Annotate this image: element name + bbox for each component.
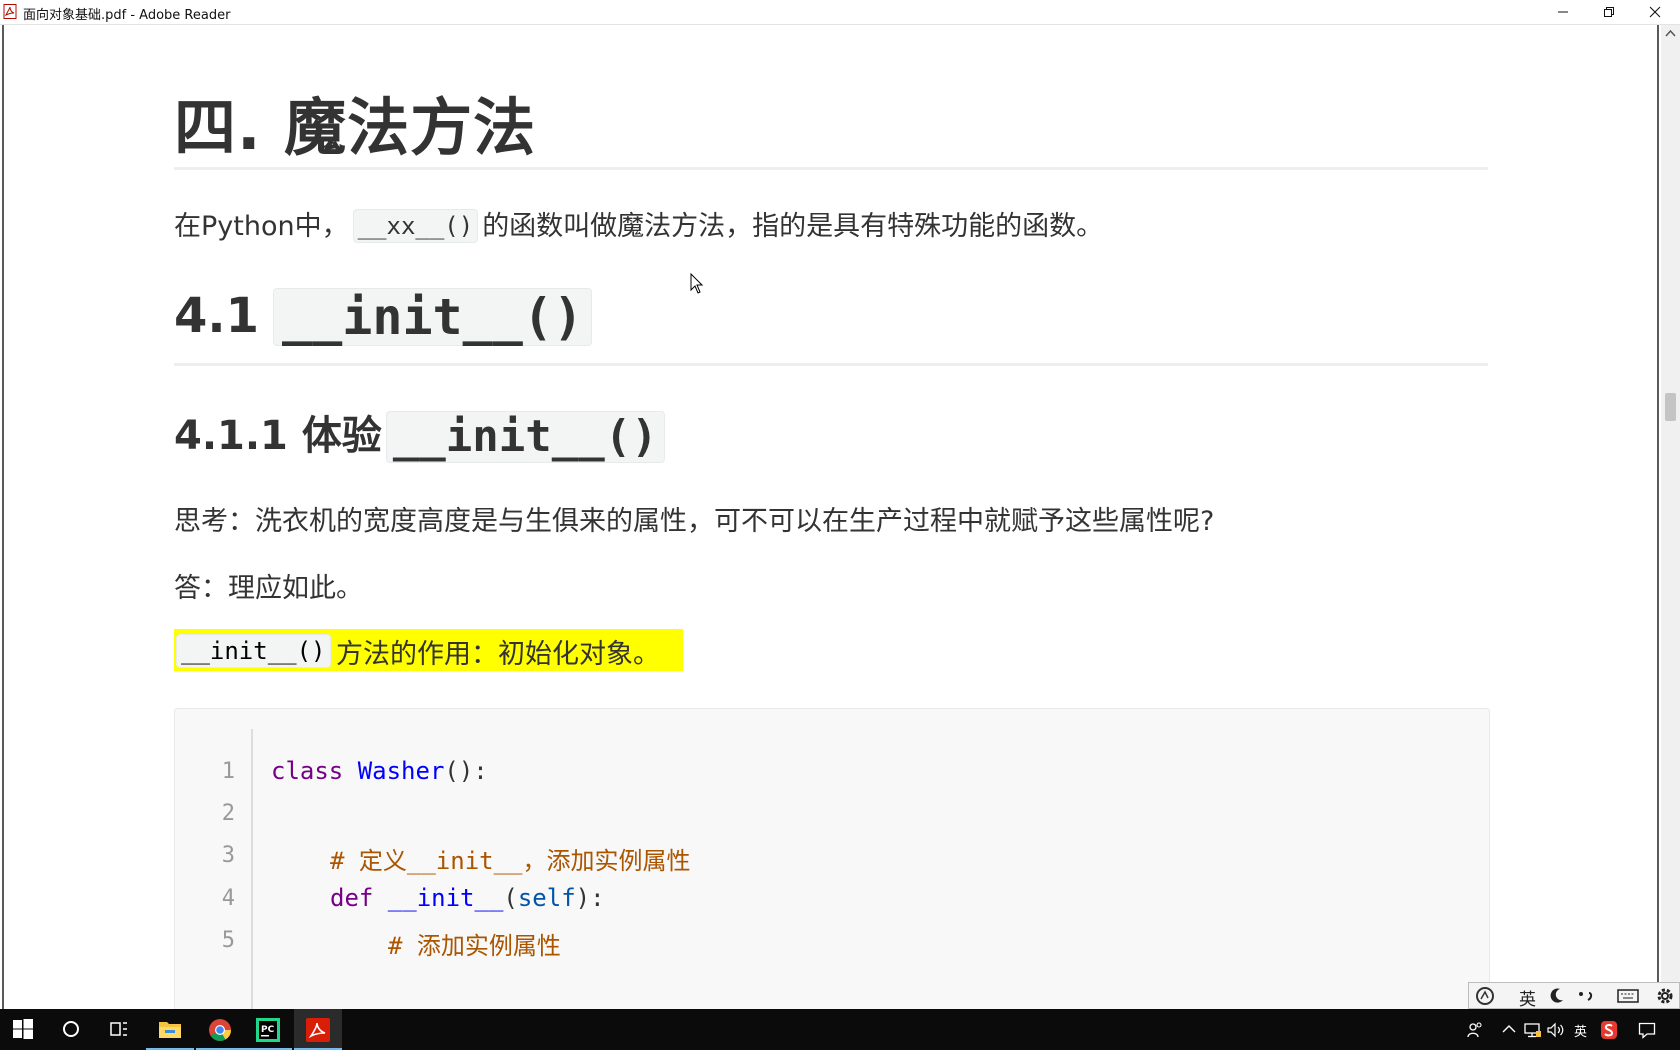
heading-divider bbox=[174, 167, 1488, 170]
network-icon[interactable] bbox=[1524, 1021, 1542, 1039]
minimize-button[interactable] bbox=[1540, 0, 1586, 24]
moon-icon[interactable] bbox=[1549, 987, 1565, 1005]
code-variable: self bbox=[517, 884, 576, 912]
cortana-search-icon bbox=[63, 1021, 79, 1037]
sogou-icon[interactable] bbox=[1600, 1020, 1618, 1040]
section-divider bbox=[174, 363, 1488, 366]
think-paragraph: 思考：洗衣机的宽度高度是与生俱来的属性，可不可以在生产过程中就赋予这些属性呢? bbox=[174, 506, 1215, 537]
punctuation-icon[interactable] bbox=[1577, 989, 1595, 1005]
restore-icon bbox=[1604, 7, 1614, 17]
code-comment: # 添加实例属性 bbox=[388, 932, 561, 960]
intro-paragraph: 在Python中， __xx__() 的函数叫做魔法方法，指的是具有特殊功能的函数。 bbox=[174, 204, 1103, 243]
code-line: class Washer(): bbox=[271, 757, 488, 785]
subsection-heading: 4.1.1 体验 __init__() bbox=[174, 403, 669, 463]
line-number: 3 bbox=[221, 843, 235, 868]
line-number: 2 bbox=[221, 801, 235, 826]
document-viewport[interactable]: 四. 魔法方法 在Python中， __xx__() 的函数叫做魔法方法，指的是具有… bbox=[0, 25, 1680, 1009]
highlighted-note: __init__() 方法的作用：初始化对象。 bbox=[174, 629, 683, 671]
pycharm-icon: PC bbox=[256, 1018, 280, 1042]
section-heading: 4.1 __init__() bbox=[174, 288, 596, 346]
taskbar-chrome[interactable] bbox=[196, 1009, 244, 1050]
restore-button[interactable] bbox=[1586, 0, 1632, 24]
taskbar-pycharm[interactable]: PC bbox=[244, 1009, 292, 1050]
ime-language[interactable]: 英 bbox=[1519, 985, 1536, 1010]
task-view-button[interactable] bbox=[96, 1009, 144, 1050]
windows-start-icon bbox=[13, 1019, 33, 1039]
settings-gear-icon[interactable] bbox=[1655, 986, 1675, 1006]
cortana-search-button[interactable] bbox=[48, 1009, 96, 1050]
code-keyword: class bbox=[271, 757, 358, 785]
mouse-cursor-icon bbox=[690, 273, 704, 294]
title-bar: 面向对象基础.pdf - Adobe Reader bbox=[0, 0, 1680, 25]
chrome-icon bbox=[209, 1019, 231, 1041]
close-icon bbox=[1649, 6, 1661, 18]
gutter-divider bbox=[251, 729, 253, 1009]
start-button[interactable] bbox=[0, 1009, 48, 1050]
section-heading-code: __init__() bbox=[273, 288, 593, 346]
vertical-scrollbar[interactable] bbox=[1661, 25, 1680, 1009]
keyboard-icon[interactable] bbox=[1617, 989, 1639, 1003]
code-punct: ): bbox=[575, 884, 605, 912]
adobe-reader-icon bbox=[306, 1018, 330, 1042]
pdf-page: 四. 魔法方法 在Python中， __xx__() 的函数叫做魔法方法，指的是具有… bbox=[0, 25, 1656, 1009]
highlight-text: 方法的作用：初始化对象。 bbox=[336, 639, 660, 670]
task-view-icon bbox=[110, 1022, 127, 1036]
line-number: 1 bbox=[221, 759, 235, 784]
scrollbar-thumb[interactable] bbox=[1665, 393, 1676, 421]
subsection-text: 4.1.1 体验 bbox=[174, 413, 382, 459]
ime-toolbar[interactable]: 英 bbox=[1468, 982, 1680, 1010]
people-icon[interactable] bbox=[1466, 1021, 1484, 1039]
intro-text-after: 的函数叫做魔法方法，指的是具有特殊功能的函数。 bbox=[482, 211, 1104, 242]
line-number: 4 bbox=[221, 886, 235, 911]
code-block: 1 class Washer(): 2 3 # 定义__init__，添加实例属… bbox=[174, 708, 1490, 1009]
section-number: 4.1 bbox=[174, 288, 260, 344]
volume-icon[interactable] bbox=[1546, 1021, 1566, 1039]
code-line: def __init__(self): bbox=[330, 884, 605, 912]
window-title: 面向对象基础.pdf - Adobe Reader bbox=[23, 8, 231, 23]
notification-icon[interactable] bbox=[1638, 1021, 1656, 1039]
minimize-icon bbox=[1558, 11, 1568, 13]
scroll-up-arrow-icon[interactable] bbox=[1665, 29, 1676, 37]
taskbar-file-explorer[interactable] bbox=[146, 1009, 194, 1050]
chevron-up-icon[interactable] bbox=[1502, 1024, 1516, 1034]
taskbar-adobe-reader[interactable] bbox=[294, 1009, 342, 1050]
highlight-code: __init__() bbox=[176, 634, 331, 668]
subsection-heading-code: __init__() bbox=[385, 411, 665, 463]
tray-language[interactable]: 英 bbox=[1574, 1021, 1587, 1040]
page-heading: 四. 魔法方法 bbox=[174, 91, 537, 164]
taskbar: PC 英 bbox=[0, 1009, 1680, 1050]
file-explorer-icon bbox=[159, 1022, 181, 1038]
code-punct: (): bbox=[444, 757, 488, 785]
close-button[interactable] bbox=[1632, 0, 1678, 24]
ime-logo-icon[interactable] bbox=[1475, 986, 1497, 1006]
page-border-right bbox=[1657, 25, 1659, 1009]
code-punct: ( bbox=[503, 884, 518, 912]
code-class-name: Washer bbox=[357, 757, 445, 785]
code-comment: # 定义__init__，添加实例属性 bbox=[330, 847, 691, 875]
answer-paragraph: 答：理应如此。 bbox=[174, 573, 363, 604]
line-number: 5 bbox=[221, 928, 235, 953]
inline-code: __xx__() bbox=[352, 209, 479, 243]
code-function-name: __init__ bbox=[387, 884, 504, 912]
pdf-file-icon bbox=[3, 4, 17, 19]
code-keyword: def bbox=[330, 884, 388, 912]
intro-text-before: 在Python中， bbox=[174, 211, 349, 242]
svg-text:PC: PC bbox=[261, 1025, 275, 1035]
